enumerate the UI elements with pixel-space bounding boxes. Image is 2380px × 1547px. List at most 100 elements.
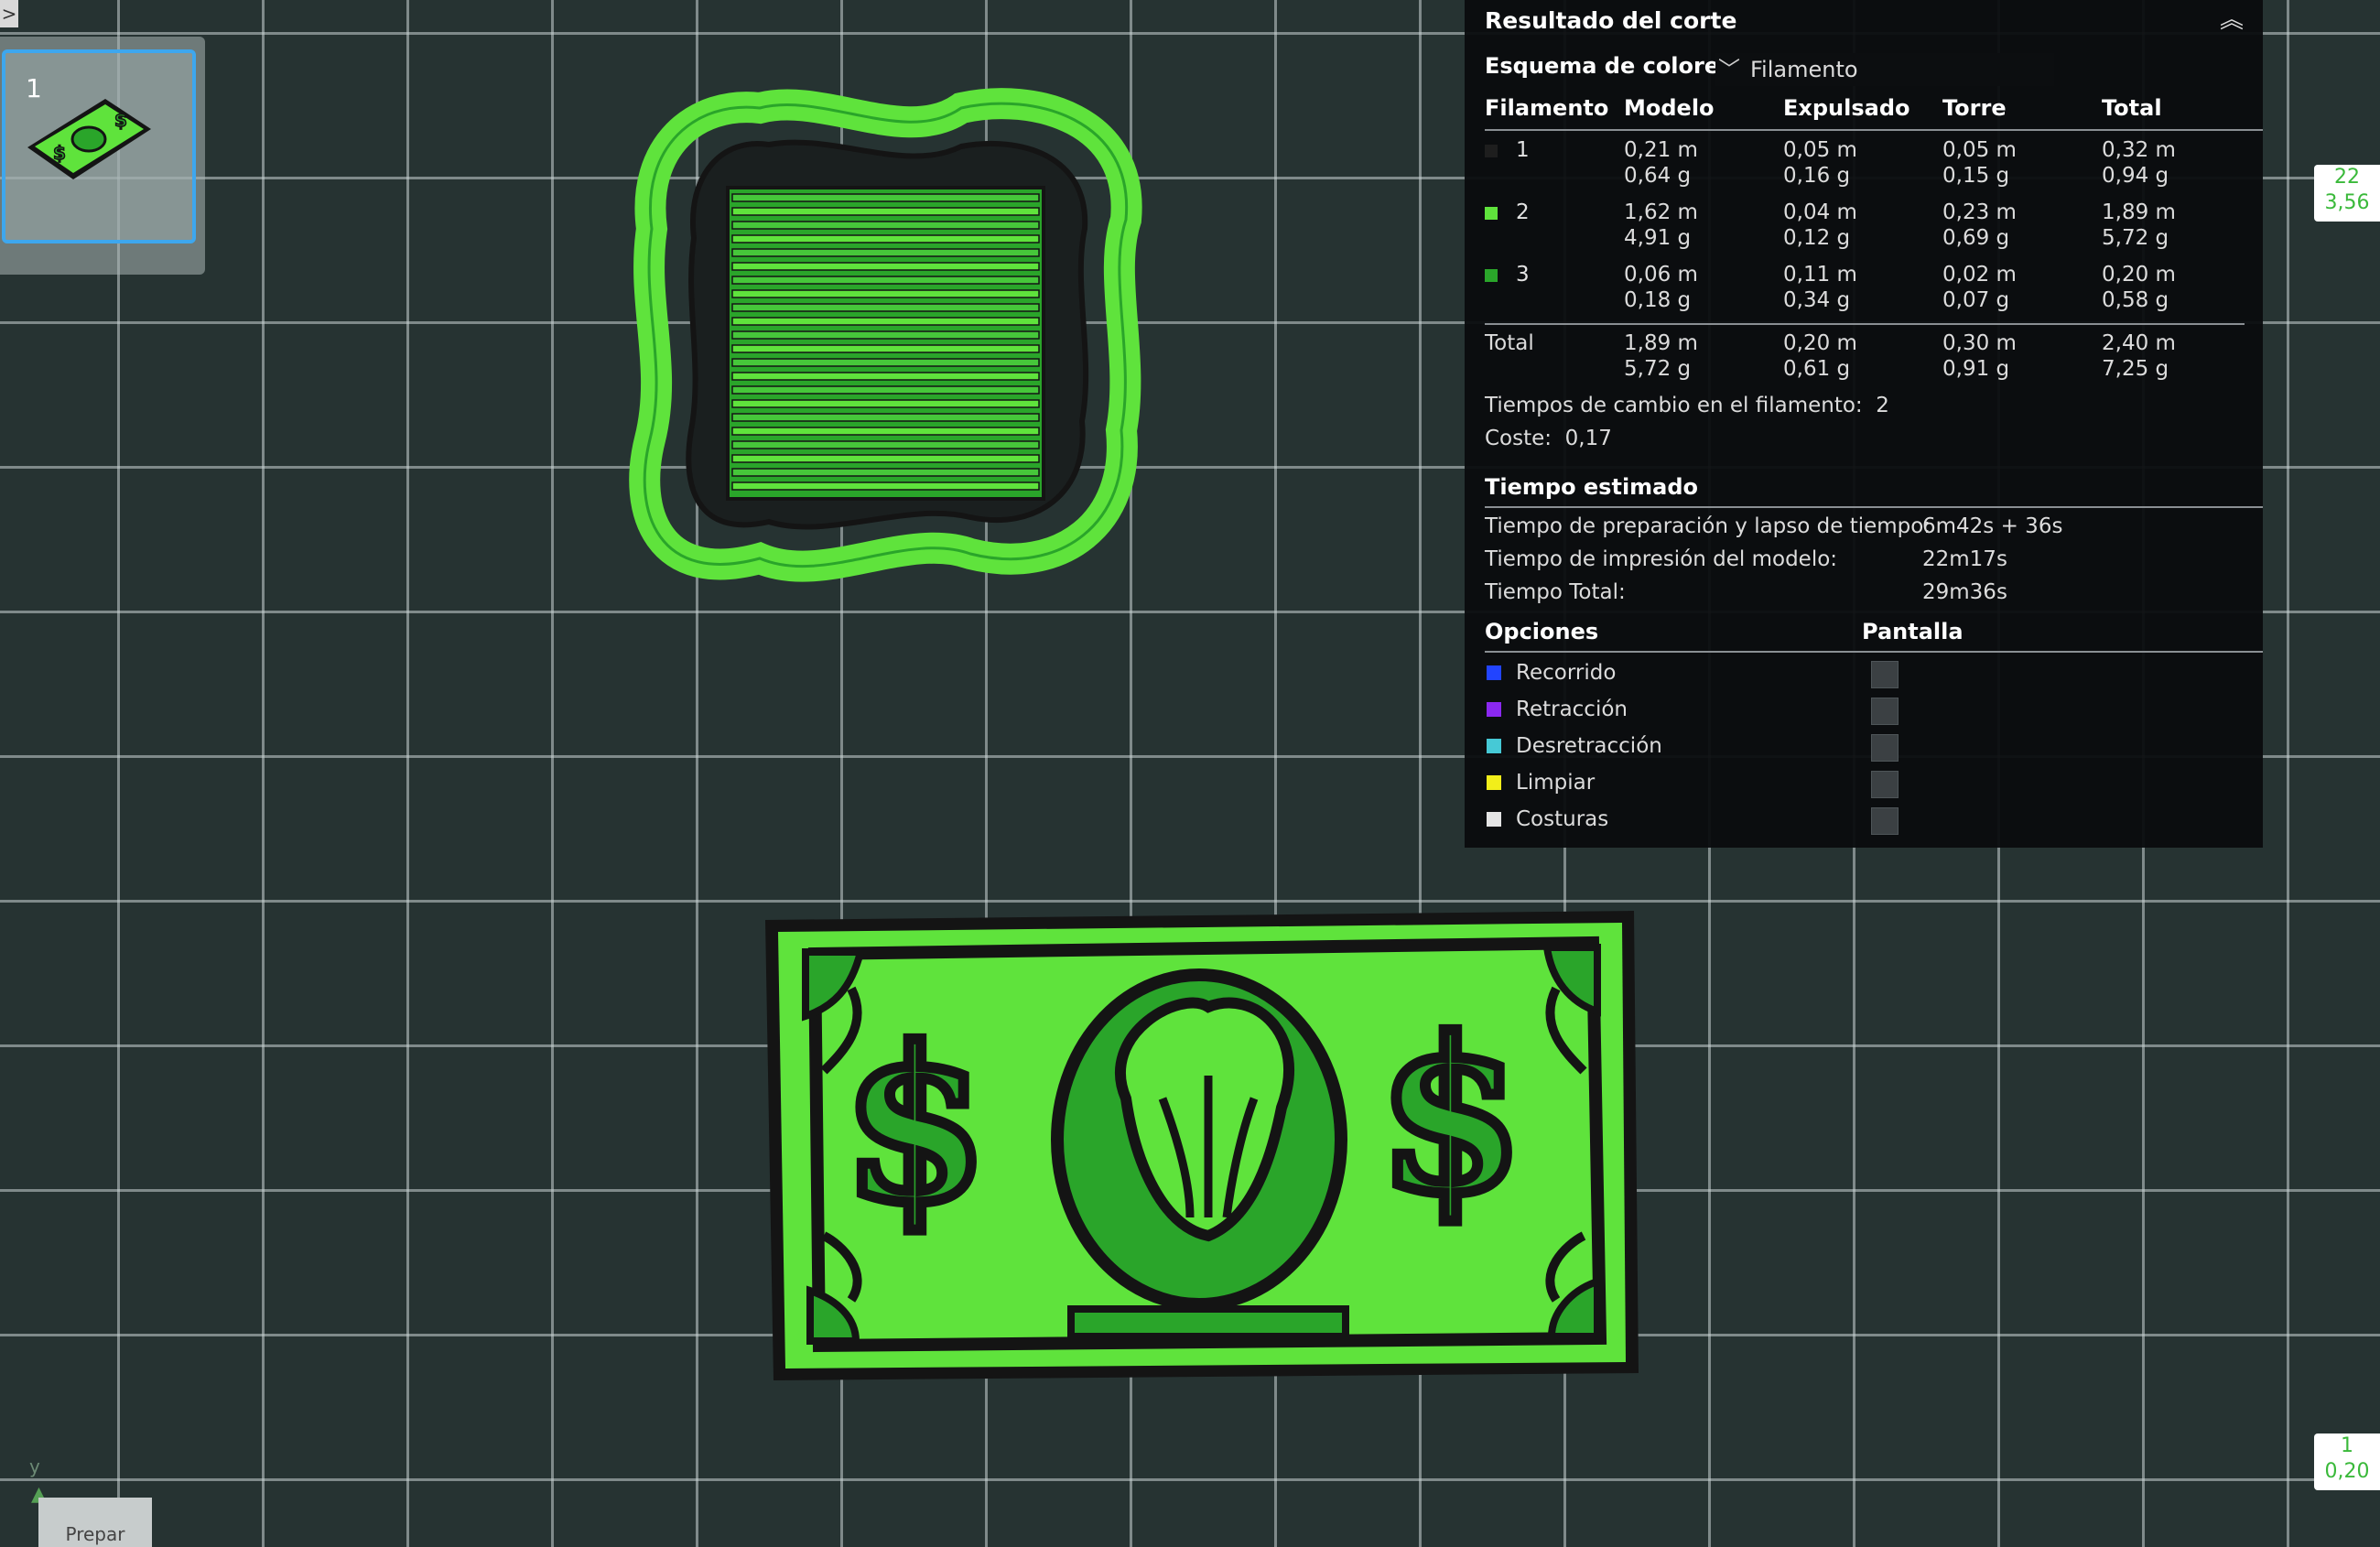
tower-infill-line xyxy=(731,372,1040,381)
time-divider xyxy=(1485,506,2263,508)
y-axis-label: y xyxy=(29,1455,40,1477)
tower-infill-line xyxy=(731,330,1040,340)
seams-display-checkbox[interactable] xyxy=(1871,807,1899,835)
purged-usage: 0,11 m 0,34 g xyxy=(1783,263,1857,312)
svg-text:$: $ xyxy=(1378,993,1524,1240)
option-label: Retracción xyxy=(1516,698,1628,721)
filament-row: 2 1,62 m 4,91 g 0,04 m 0,12 g 0,23 m 0,6… xyxy=(1465,200,2263,254)
total-usage: 0,32 m 0,94 g xyxy=(2102,138,2176,188)
dollar-bill-model[interactable]: $ $ xyxy=(765,911,1639,1380)
totals-purged: 0,20 m 0,61 g xyxy=(1783,331,1857,381)
tower-infill-line xyxy=(731,248,1040,257)
filament-swatch-2 xyxy=(1485,207,1498,220)
total-usage: 1,89 m 5,72 g xyxy=(2102,200,2176,250)
cost-value: 0,17 xyxy=(1564,427,1612,450)
options-title: Opciones xyxy=(1485,619,1599,644)
tower-infill-line xyxy=(731,193,1040,202)
panel-title: Resultado del corte xyxy=(1485,7,1737,34)
wipe-swatch xyxy=(1487,775,1501,790)
color-scheme-select[interactable]: ﹀ Filamento xyxy=(1715,53,2054,86)
totals-divider xyxy=(1485,323,2245,325)
tower-infill-line xyxy=(731,468,1040,477)
col-header-purged: Expulsado xyxy=(1783,95,1910,121)
tower-usage: 0,02 m 0,07 g xyxy=(1942,263,2017,312)
filament-swatch-3 xyxy=(1485,269,1498,282)
plate-thumbnail-list: 1 $ $ xyxy=(0,37,205,275)
totals-row: Total 1,89 m 5,72 g 0,20 m 0,61 g 0,30 m… xyxy=(1465,330,2263,385)
tower-usage: 0,23 m 0,69 g xyxy=(1942,200,2017,250)
tower-infill-line xyxy=(731,427,1040,436)
option-label: Recorrido xyxy=(1516,661,1617,685)
filament-changes-info: Tiempos de cambio en el filamento: 2 xyxy=(1485,394,1889,417)
tower-infill-line xyxy=(731,358,1040,367)
option-label: Limpiar xyxy=(1516,771,1596,795)
plate-thumbnail-image: $ $ xyxy=(27,99,151,179)
purged-usage: 0,05 m 0,16 g xyxy=(1783,138,1857,188)
wipe-display-checkbox[interactable] xyxy=(1871,771,1899,798)
retraction-swatch xyxy=(1487,702,1501,717)
tower-infill-line xyxy=(731,399,1040,408)
option-label: Desretracción xyxy=(1516,734,1662,758)
travel-display-checkbox[interactable] xyxy=(1871,661,1899,688)
total-time-value: 29m36s xyxy=(1922,580,2007,604)
tower-infill-line xyxy=(731,221,1040,230)
svg-text:$: $ xyxy=(53,142,66,164)
filament-changes-label: Tiempos de cambio en el filamento: xyxy=(1485,394,1863,417)
seams-swatch xyxy=(1487,812,1501,827)
header-divider xyxy=(1485,129,2263,131)
col-header-filament: Filamento xyxy=(1485,95,1609,121)
estimated-time-title: Tiempo estimado xyxy=(1485,474,1699,500)
display-title: Pantalla xyxy=(1862,619,1964,644)
bottom-layer-height: 0,20 xyxy=(2324,1460,2370,1483)
tower-infill-line xyxy=(731,385,1040,395)
purged-usage: 0,04 m 0,12 g xyxy=(1783,200,1857,250)
layer-slider-bottom-handle[interactable]: 1 0,20 xyxy=(2314,1433,2380,1490)
model-usage: 0,21 m 0,64 g xyxy=(1624,138,1698,188)
option-row-retraction: Retracción xyxy=(1465,694,2263,730)
filament-id: 2 xyxy=(1516,200,1530,224)
deretraction-display-checkbox[interactable] xyxy=(1871,734,1899,762)
tower-infill-line xyxy=(731,276,1040,285)
col-header-model: Modelo xyxy=(1624,95,1715,121)
retraction-display-checkbox[interactable] xyxy=(1871,698,1899,725)
totals-tower: 0,30 m 0,91 g xyxy=(1942,331,2017,381)
prep-time-value: 6m42s + 36s xyxy=(1922,514,2063,538)
tower-infill-line xyxy=(731,289,1040,298)
prepare-tab[interactable]: Prepar xyxy=(38,1498,152,1547)
slice-result-panel: Resultado del corte ︽ Esquema de colores… xyxy=(1465,0,2263,848)
filament-row: 3 0,06 m 0,18 g 0,11 m 0,34 g 0,02 m 0,0… xyxy=(1465,262,2263,317)
color-scheme-value: Filamento xyxy=(1750,57,1858,82)
deretraction-swatch xyxy=(1487,739,1501,753)
filament-changes-value: 2 xyxy=(1876,394,1889,417)
top-layer-number: 22 xyxy=(2334,166,2360,189)
model-usage: 0,06 m 0,18 g xyxy=(1624,263,1698,312)
expand-sidebar-button[interactable]: > xyxy=(0,0,18,27)
top-layer-height: 3,56 xyxy=(2324,191,2370,214)
tower-infill-line xyxy=(731,207,1040,216)
prep-time-label: Tiempo de preparación y lapso de tiempo: xyxy=(1485,514,1931,538)
total-usage: 0,20 m 0,58 g xyxy=(2102,263,2176,312)
tower-infill-line xyxy=(731,454,1040,463)
col-header-total: Total xyxy=(2102,95,2162,121)
option-label: Costuras xyxy=(1516,807,1609,831)
option-row-deretraction: Desretracción xyxy=(1465,730,2263,767)
tower-infill-line xyxy=(731,481,1040,491)
tower-infill-line xyxy=(731,303,1040,312)
svg-text:$: $ xyxy=(114,109,127,131)
layer-slider-top-handle[interactable]: 22 3,56 xyxy=(2314,165,2380,222)
collapse-chevron-up-icon[interactable]: ︽ xyxy=(2217,5,2246,35)
chevron-down-icon: ﹀ xyxy=(1718,57,1740,82)
color-scheme-label: Esquema de colores xyxy=(1485,53,1733,79)
option-row-wipe: Limpiar xyxy=(1465,767,2263,804)
plate-thumbnail[interactable]: 1 $ $ xyxy=(2,49,196,243)
model-usage: 1,62 m 4,91 g xyxy=(1624,200,1698,250)
print-time-label: Tiempo de impresión del modelo: xyxy=(1485,547,1838,571)
totals-total: 2,40 m 7,25 g xyxy=(2102,331,2176,381)
cost-label: Coste: xyxy=(1485,427,1552,450)
options-divider xyxy=(1485,651,2263,653)
tower-usage: 0,05 m 0,15 g xyxy=(1942,138,2017,188)
tower-infill-line xyxy=(731,317,1040,326)
filament-swatch-1 xyxy=(1485,145,1498,157)
tower-infill-line xyxy=(731,234,1040,243)
col-header-tower: Torre xyxy=(1942,95,2007,121)
